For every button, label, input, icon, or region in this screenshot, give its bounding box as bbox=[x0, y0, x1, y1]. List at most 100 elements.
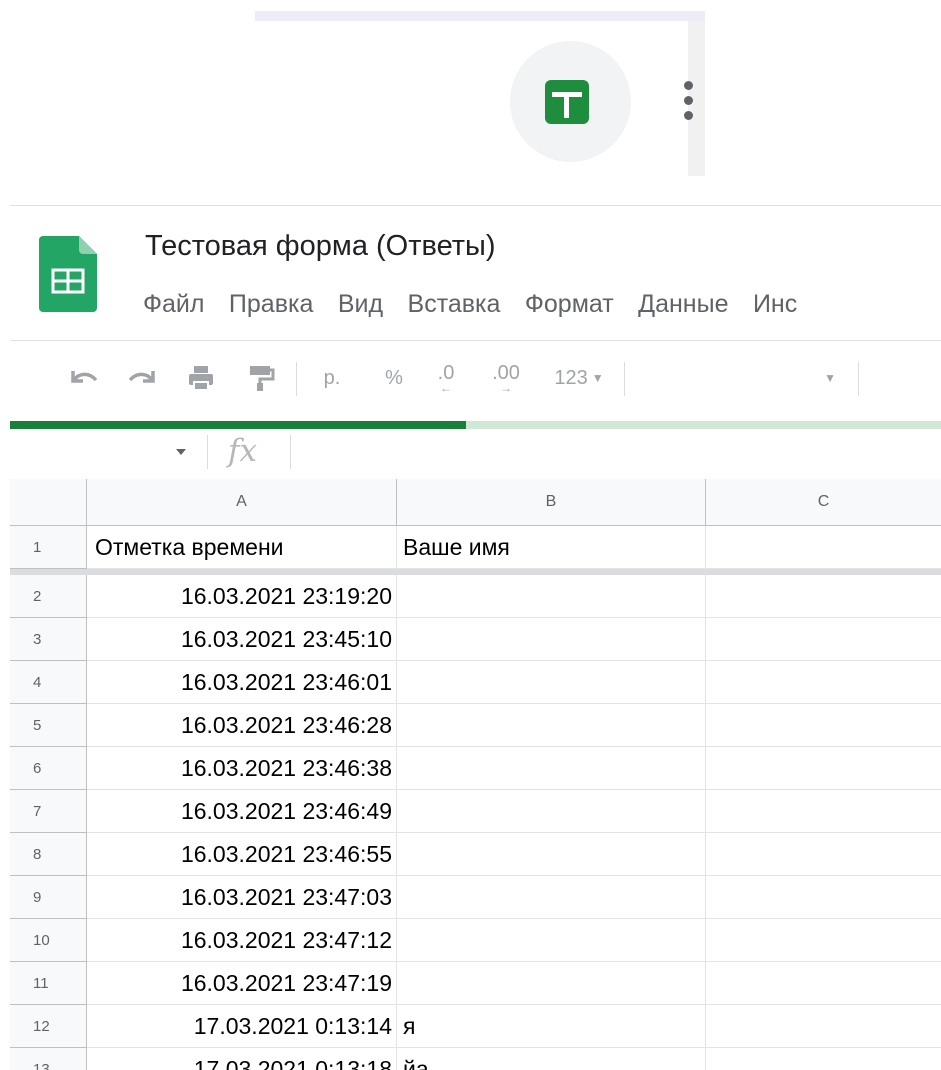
cell[interactable] bbox=[706, 1005, 941, 1048]
menu-insert[interactable]: Вставка bbox=[408, 290, 501, 319]
cell[interactable] bbox=[706, 876, 941, 919]
row-header[interactable]: 7 bbox=[10, 790, 87, 833]
cell[interactable] bbox=[706, 919, 941, 962]
row-header[interactable]: 10 bbox=[10, 919, 87, 962]
cell[interactable] bbox=[397, 790, 706, 833]
row-header[interactable]: 4 bbox=[10, 661, 87, 704]
more-vert-icon[interactable] bbox=[681, 81, 695, 125]
cell[interactable]: я bbox=[397, 1005, 706, 1048]
row-header[interactable]: 8 bbox=[10, 833, 87, 876]
row-header[interactable]: 2 bbox=[10, 575, 87, 618]
select-all-corner[interactable] bbox=[10, 479, 87, 526]
arrow-left-icon: ← bbox=[440, 381, 452, 395]
spreadsheet-grid: A B C 1 Отметка времени Ваше имя 2 16.03.… bbox=[10, 479, 941, 1070]
cell[interactable] bbox=[706, 790, 941, 833]
formula-bar-separator bbox=[290, 435, 291, 469]
table-row: 6 16.03.2021 23:46:38 bbox=[10, 747, 941, 790]
font-select[interactable]: ▼ bbox=[640, 360, 850, 396]
paint-format-icon bbox=[250, 366, 275, 391]
sheets-doc-icon[interactable] bbox=[39, 236, 97, 312]
cell[interactable]: Ваше имя bbox=[397, 526, 706, 569]
undo-button[interactable] bbox=[64, 360, 104, 396]
cell[interactable] bbox=[706, 833, 941, 876]
row-header[interactable]: 1 bbox=[10, 526, 87, 569]
table-row: 4 16.03.2021 23:46:01 bbox=[10, 661, 941, 704]
table-row: 1 Отметка времени Ваше имя bbox=[10, 526, 941, 569]
google-sheets-icon[interactable] bbox=[545, 80, 589, 124]
cell[interactable]: 16.03.2021 23:46:28 bbox=[87, 704, 397, 747]
cell[interactable] bbox=[706, 575, 941, 618]
cell[interactable] bbox=[397, 661, 706, 704]
cell[interactable] bbox=[397, 618, 706, 661]
cell[interactable] bbox=[706, 1048, 941, 1070]
row-header[interactable]: 12 bbox=[10, 1005, 87, 1048]
cell[interactable] bbox=[397, 704, 706, 747]
paint-format-button[interactable] bbox=[240, 360, 280, 396]
column-header-a[interactable]: A bbox=[87, 479, 397, 526]
cell[interactable] bbox=[706, 704, 941, 747]
menu-tools[interactable]: Инс bbox=[753, 290, 797, 319]
menu-file[interactable]: Файл bbox=[143, 290, 204, 319]
cell[interactable]: 16.03.2021 23:46:49 bbox=[87, 790, 397, 833]
row-header[interactable]: 11 bbox=[10, 962, 87, 1005]
forms-header-crop bbox=[0, 0, 941, 205]
cell[interactable]: 17.03.2021 0:13:14 bbox=[87, 1005, 397, 1048]
document-title[interactable]: Тестовая форма (Ответы) bbox=[145, 230, 496, 263]
row-header[interactable]: 3 bbox=[10, 618, 87, 661]
cell[interactable] bbox=[706, 962, 941, 1005]
more-formats-button[interactable]: 123 ▼ bbox=[540, 360, 618, 396]
cell[interactable]: йа bbox=[397, 1048, 706, 1070]
percent-format-button[interactable]: % bbox=[376, 360, 412, 396]
increase-decimal-button[interactable]: .00 → bbox=[484, 360, 528, 396]
cell[interactable]: 16.03.2021 23:19:20 bbox=[87, 575, 397, 618]
chevron-down-icon: ▼ bbox=[824, 371, 836, 385]
print-button[interactable] bbox=[181, 360, 221, 396]
formula-bar: fx bbox=[0, 429, 941, 479]
form-header-strip bbox=[255, 11, 705, 21]
cell[interactable] bbox=[397, 747, 706, 790]
menu-edit[interactable]: Правка bbox=[229, 290, 313, 319]
cell[interactable] bbox=[706, 747, 941, 790]
cell[interactable] bbox=[706, 618, 941, 661]
row-header[interactable]: 6 bbox=[10, 747, 87, 790]
increase-decimal-label: .00 bbox=[492, 362, 520, 384]
table-row: 10 16.03.2021 23:47:12 bbox=[10, 919, 941, 962]
table-row: 11 16.03.2021 23:47:19 bbox=[10, 962, 941, 1005]
menu-view[interactable]: Вид bbox=[338, 290, 383, 319]
formula-bar-separator bbox=[207, 435, 208, 469]
column-header-c[interactable]: C bbox=[706, 479, 941, 526]
toolbar: р. % .0 ← .00 → 123 ▼ ▼ bbox=[0, 348, 941, 408]
cell[interactable]: 16.03.2021 23:45:10 bbox=[87, 618, 397, 661]
decrease-decimal-label: .0 bbox=[437, 362, 455, 384]
cell[interactable]: 16.03.2021 23:46:01 bbox=[87, 661, 397, 704]
menu-format[interactable]: Формат bbox=[525, 290, 614, 319]
cell[interactable] bbox=[397, 876, 706, 919]
redo-button[interactable] bbox=[122, 360, 162, 396]
decrease-decimal-button[interactable]: .0 ← bbox=[426, 360, 466, 396]
cell[interactable] bbox=[706, 526, 941, 569]
cell[interactable]: Отметка времени bbox=[87, 526, 397, 569]
redo-icon bbox=[128, 371, 155, 383]
divider bbox=[10, 340, 941, 341]
fx-icon: fx bbox=[228, 433, 257, 469]
cell[interactable]: 17.03.2021 0:13:18 bbox=[87, 1048, 397, 1070]
cell[interactable]: 16.03.2021 23:47:03 bbox=[87, 876, 397, 919]
row-header[interactable]: 5 bbox=[10, 704, 87, 747]
name-box-dropdown-icon[interactable] bbox=[176, 449, 186, 455]
row-header[interactable]: 13 bbox=[10, 1048, 87, 1070]
column-header-b[interactable]: B bbox=[397, 479, 706, 526]
more-formats-label: 123 bbox=[554, 366, 588, 389]
currency-format-button[interactable]: р. bbox=[314, 360, 350, 396]
cell[interactable] bbox=[397, 962, 706, 1005]
cell[interactable]: 16.03.2021 23:46:38 bbox=[87, 747, 397, 790]
cell[interactable]: 16.03.2021 23:47:12 bbox=[87, 919, 397, 962]
cell[interactable] bbox=[706, 661, 941, 704]
undo-icon bbox=[71, 371, 98, 383]
cell[interactable] bbox=[397, 833, 706, 876]
cell[interactable]: 16.03.2021 23:46:55 bbox=[87, 833, 397, 876]
cell[interactable] bbox=[397, 575, 706, 618]
menu-data[interactable]: Данные bbox=[638, 290, 728, 319]
row-header[interactable]: 9 bbox=[10, 876, 87, 919]
cell[interactable]: 16.03.2021 23:47:19 bbox=[87, 962, 397, 1005]
cell[interactable] bbox=[397, 919, 706, 962]
